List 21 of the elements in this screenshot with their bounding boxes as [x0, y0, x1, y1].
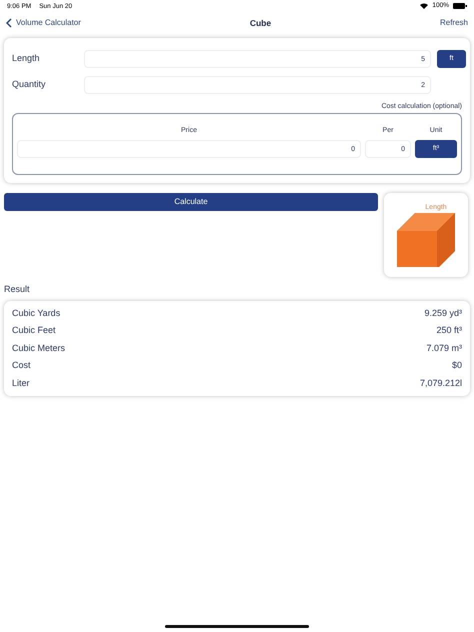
section-label: Result [4, 284, 30, 294]
back-chevron-icon [6, 18, 12, 28]
field-label: Quantity [11, 79, 46, 90]
refresh-button[interactable]: Refresh [440, 17, 468, 29]
screen-title: Cube [250, 16, 272, 30]
result-value: 9.259 yd³ [424, 306, 462, 320]
result-label: Liter [12, 376, 30, 390]
field-label: Length [11, 53, 40, 64]
result-label: Cubic Yards [12, 306, 60, 320]
calculate-button[interactable]: Calculate [4, 193, 378, 211]
result-value: 7,079.212l [420, 376, 462, 390]
battery-icon [453, 3, 467, 9]
result-value: $0 [452, 359, 462, 372]
result-label: Cubic Meters [12, 342, 66, 355]
result-value: 7.079 m³ [426, 342, 462, 355]
cube-drawing [397, 213, 455, 268]
result-value: 250 ft³ [436, 324, 462, 338]
result-label: Cubic Feet [12, 324, 56, 338]
back-button[interactable]: Volume Calculator [6, 17, 81, 29]
wifi-icon [420, 3, 428, 9]
result-label: Cost [12, 359, 31, 372]
